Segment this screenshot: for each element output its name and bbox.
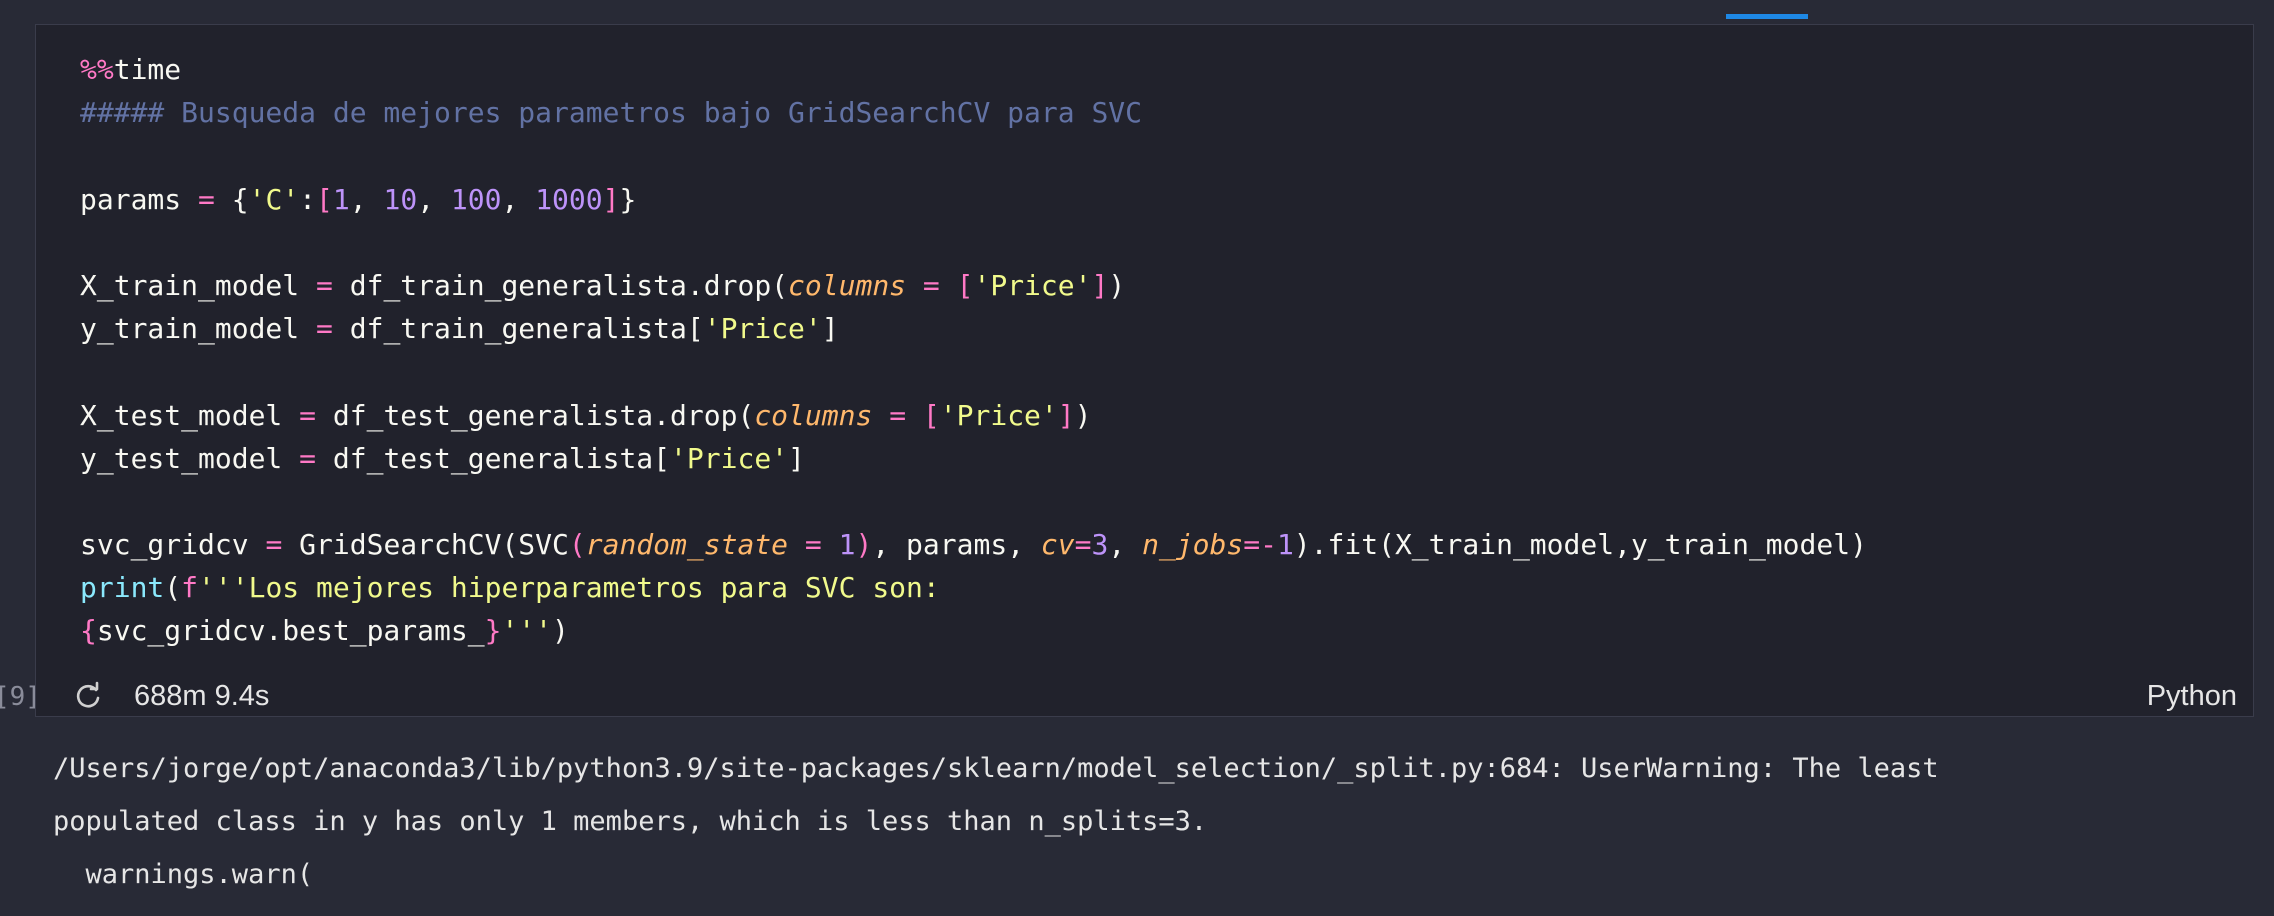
- number: 10: [383, 182, 418, 216]
- identifier: svc_gridcv: [80, 528, 249, 562]
- string: 'Price': [973, 268, 1092, 302]
- punct: }: [619, 182, 637, 216]
- operator: =: [889, 398, 907, 432]
- identifier: y_train_model: [80, 312, 300, 346]
- output-line: warnings.warn(: [53, 859, 314, 890]
- punct: (: [568, 528, 586, 562]
- number: 1: [332, 182, 350, 216]
- keyword-argument: n_jobs: [1142, 528, 1244, 562]
- function-call: df_train_generalista.drop(: [349, 268, 789, 302]
- operator: =: [198, 182, 215, 216]
- function-call: GridSearchCV(SVC: [299, 528, 569, 562]
- active-tab-indicator: [1726, 14, 1808, 19]
- cell-magic-name: time: [113, 53, 182, 86]
- string: 'Price': [939, 398, 1058, 432]
- string: 'Price': [670, 441, 789, 475]
- function-call: df_test_generalista.drop(: [332, 398, 755, 432]
- code-comment: ##### Busqueda de mejores parametros baj…: [80, 96, 1143, 130]
- punct: [: [956, 268, 974, 302]
- punct: ]: [1057, 398, 1075, 432]
- operator: -: [1260, 528, 1277, 562]
- code-line: svc_gridcv = GridSearchCV(SVC(random_sta…: [80, 523, 1867, 566]
- punct: }: [484, 614, 502, 648]
- operator: =: [265, 528, 283, 562]
- string: 'Price': [703, 312, 822, 346]
- operator: =: [922, 268, 940, 302]
- code-line: ##### Busqueda de mejores parametros baj…: [80, 91, 1867, 134]
- punct: ,: [417, 182, 451, 216]
- punct: ): [552, 614, 569, 648]
- punct: ]: [788, 441, 805, 475]
- output-line: /Users/jorge/opt/anaconda3/lib/python3.9…: [53, 753, 1939, 784]
- punct: ): [855, 528, 873, 562]
- builtin-function: print: [80, 571, 165, 605]
- method-call: ).fit(X_train_model,y_train_model): [1293, 528, 1867, 562]
- punct: ): [1108, 268, 1126, 302]
- code-editor[interactable]: %%time ##### Busqueda de mejores parametr…: [80, 48, 1867, 653]
- identifier: , params,: [872, 528, 1041, 562]
- execution-count: [9]: [0, 682, 41, 712]
- notebook-page: [9] 688m 9.4s Python %%time ##### Busqued…: [0, 0, 2274, 916]
- punct: ]: [602, 182, 620, 216]
- punct: ,: [349, 182, 384, 216]
- identifier: svc_gridcv.best_params_: [96, 614, 485, 648]
- operator: =: [299, 441, 317, 475]
- keyword-argument: random_state: [585, 528, 789, 562]
- number: 1000: [535, 182, 603, 216]
- operator: =: [316, 312, 333, 346]
- number: 1: [1276, 528, 1294, 562]
- keyword-argument: columns: [754, 398, 873, 432]
- execution-time: 688m 9.4s: [134, 680, 270, 712]
- operator: =: [1243, 528, 1261, 562]
- code-line: y_test_model = df_test_generalista['Pric…: [80, 437, 1867, 480]
- keyword-argument: cv: [1040, 528, 1075, 562]
- operator: =: [1074, 528, 1092, 562]
- identifier: X_train_model: [80, 268, 300, 302]
- operator: =: [299, 398, 317, 432]
- identifier: params: [80, 182, 182, 216]
- number: 3: [1091, 528, 1109, 562]
- refresh-icon[interactable]: [72, 681, 104, 713]
- operator: =: [316, 268, 333, 302]
- code-line: X_train_model = df_train_generalista.dro…: [80, 264, 1867, 307]
- keyword-argument: columns: [788, 268, 907, 302]
- string-prefix: f: [181, 571, 199, 605]
- operator: =: [804, 528, 822, 562]
- code-line: y_train_model = df_train_generalista['Pr…: [80, 307, 1867, 350]
- string: 'C': [248, 182, 300, 216]
- punct: [: [922, 398, 940, 432]
- number: 100: [450, 182, 502, 216]
- identifier: y_test_model: [80, 441, 283, 475]
- punct: [: [316, 182, 333, 216]
- code-line: X_test_model = df_test_generalista.drop(…: [80, 394, 1867, 437]
- number: 1: [838, 528, 856, 562]
- punct: ,: [1108, 528, 1143, 562]
- punct: (: [164, 571, 182, 605]
- code-line: {svc_gridcv.best_params_}'''): [80, 609, 1867, 652]
- string: '''Los mejores hiperparametros para SVC …: [198, 571, 940, 605]
- string: ''': [501, 614, 553, 648]
- output-line: populated class in y has only 1 members,…: [53, 806, 1208, 837]
- cell-status-bar: [9] 688m 9.4s Python: [0, 675, 2253, 718]
- language-selector[interactable]: Python: [2147, 675, 2237, 718]
- identifier: X_test_model: [80, 398, 283, 432]
- punct: {: [231, 182, 249, 216]
- code-line: print(f'''Los mejores hiperparametros pa…: [80, 566, 1867, 609]
- cell-magic-prefix: %%: [80, 53, 114, 86]
- punct: ,: [501, 182, 536, 216]
- subscript: df_train_generalista[: [349, 312, 704, 346]
- punct: {: [80, 614, 97, 648]
- punct: :: [299, 182, 317, 216]
- code-line: params = {'C':[1, 10, 100, 1000]}: [80, 178, 1867, 221]
- punct: ]: [821, 312, 839, 346]
- code-line: %%time: [80, 48, 1867, 91]
- cell-output: /Users/jorge/opt/anaconda3/lib/python3.9…: [53, 742, 1939, 901]
- subscript: df_test_generalista[: [332, 441, 671, 475]
- punct: ]: [1091, 268, 1109, 302]
- punct: ): [1074, 398, 1092, 432]
